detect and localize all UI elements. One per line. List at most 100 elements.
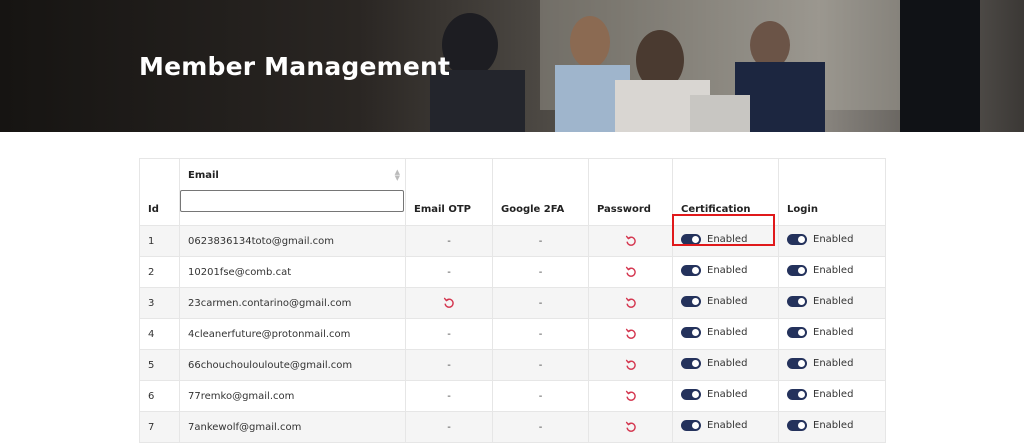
certification-status: Enabled <box>707 327 748 338</box>
reset-icon[interactable] <box>625 359 637 371</box>
email-filter-input[interactable] <box>180 190 404 212</box>
cell-google-2fa: - <box>492 380 589 412</box>
login-toggle[interactable]: Enabled <box>787 389 853 400</box>
login-status: Enabled <box>813 327 854 338</box>
cell-email: 77remko@gmail.com <box>179 380 406 412</box>
cell-email: 23carmen.contarino@gmail.com <box>179 287 406 319</box>
table-row: 3 23carmen.contarino@gmail.com - Enabled… <box>139 287 886 319</box>
table-row: 4 4cleanerfuture@protonmail.com - - Enab… <box>139 318 886 350</box>
cell-login: Enabled <box>778 318 886 350</box>
table-row: 1 0623836134toto@gmail.com - - Enabled E… <box>139 225 886 257</box>
toggle-switch-icon[interactable] <box>681 420 701 431</box>
login-status: Enabled <box>813 389 854 400</box>
toggle-switch-icon[interactable] <box>787 327 807 338</box>
certification-toggle[interactable]: Enabled <box>681 389 747 400</box>
toggle-switch-icon[interactable] <box>787 234 807 245</box>
certification-toggle[interactable]: Enabled <box>681 265 747 276</box>
cell-password <box>588 256 673 288</box>
cell-id: 4 <box>139 318 180 350</box>
cell-password <box>588 287 673 319</box>
reset-icon[interactable] <box>625 266 637 278</box>
cell-email-otp: - <box>405 349 493 381</box>
cell-certification: Enabled <box>672 318 779 350</box>
table-row: 6 77remko@gmail.com - - Enabled Enabled <box>139 380 886 412</box>
login-toggle[interactable]: Enabled <box>787 296 853 307</box>
email-otp-value: - <box>447 421 451 433</box>
column-header-email-otp: Email OTP <box>405 158 493 226</box>
reset-icon[interactable] <box>443 297 455 309</box>
cell-login: Enabled <box>778 287 886 319</box>
login-toggle[interactable]: Enabled <box>787 265 853 276</box>
column-header-email[interactable]: Email ▲ ▼ <box>179 158 406 226</box>
cell-email-otp: - <box>405 256 493 288</box>
login-status: Enabled <box>813 420 854 431</box>
column-header-login: Login <box>778 158 886 226</box>
login-toggle[interactable]: Enabled <box>787 420 853 431</box>
column-header-password: Password <box>588 158 673 226</box>
cell-google-2fa: - <box>492 287 589 319</box>
cell-google-2fa: - <box>492 256 589 288</box>
login-toggle[interactable]: Enabled <box>787 234 853 245</box>
toggle-switch-icon[interactable] <box>681 327 701 338</box>
reset-icon[interactable] <box>625 421 637 433</box>
cell-email-otp: - <box>405 318 493 350</box>
cell-login: Enabled <box>778 349 886 381</box>
email-otp-value: - <box>447 266 451 278</box>
toggle-switch-icon[interactable] <box>681 389 701 400</box>
toggle-switch-icon[interactable] <box>787 420 807 431</box>
hero-banner: Member Management <box>0 0 1024 132</box>
reset-icon[interactable] <box>625 328 637 340</box>
login-status: Enabled <box>813 358 854 369</box>
toggle-switch-icon[interactable] <box>787 296 807 307</box>
column-header-certification: Certification <box>672 158 779 226</box>
cell-email-otp: - <box>405 380 493 412</box>
cell-id: 7 <box>139 411 180 443</box>
certification-toggle[interactable]: Enabled <box>681 420 747 431</box>
certification-status: Enabled <box>707 420 748 431</box>
cell-email: 66chouchoulouloute@gmail.com <box>179 349 406 381</box>
cell-id: 3 <box>139 287 180 319</box>
email-otp-value: - <box>447 390 451 402</box>
cell-email-otp: - <box>405 225 493 257</box>
toggle-switch-icon[interactable] <box>787 265 807 276</box>
certification-status: Enabled <box>707 234 748 245</box>
cell-login: Enabled <box>778 256 886 288</box>
cell-id: 6 <box>139 380 180 412</box>
members-table: Id Email ▲ ▼ Email OTP Google 2FA Passwor… <box>139 158 886 443</box>
email-otp-value: - <box>447 235 451 247</box>
reset-icon[interactable] <box>625 390 637 402</box>
table-row: 2 10201fse@comb.cat - - Enabled Enabled <box>139 256 886 288</box>
column-header-id: Id <box>139 158 180 226</box>
login-toggle[interactable]: Enabled <box>787 358 853 369</box>
toggle-switch-icon[interactable] <box>681 296 701 307</box>
login-toggle[interactable]: Enabled <box>787 327 853 338</box>
table-row: 5 66chouchoulouloute@gmail.com - - Enabl… <box>139 349 886 381</box>
sort-icon[interactable]: ▲ ▼ <box>395 169 400 182</box>
certification-toggle[interactable]: Enabled <box>681 296 747 307</box>
table-row: 7 7ankewolf@gmail.com - - Enabled Enable… <box>139 411 886 443</box>
certification-toggle[interactable]: Enabled <box>681 358 747 369</box>
certification-status: Enabled <box>707 265 748 276</box>
cell-google-2fa: - <box>492 411 589 443</box>
certification-toggle[interactable]: Enabled <box>681 327 747 338</box>
reset-icon[interactable] <box>625 297 637 309</box>
toggle-switch-icon[interactable] <box>681 234 701 245</box>
login-status: Enabled <box>813 265 854 276</box>
certification-status: Enabled <box>707 358 748 369</box>
cell-email-otp <box>405 287 493 319</box>
toggle-switch-icon[interactable] <box>681 265 701 276</box>
toggle-switch-icon[interactable] <box>787 358 807 369</box>
cell-email: 10201fse@comb.cat <box>179 256 406 288</box>
column-header-google-2fa: Google 2FA <box>492 158 589 226</box>
reset-icon[interactable] <box>625 235 637 247</box>
certification-toggle[interactable]: Enabled <box>681 234 747 245</box>
cell-email: 4cleanerfuture@protonmail.com <box>179 318 406 350</box>
cell-certification: Enabled <box>672 380 779 412</box>
cell-password <box>588 225 673 257</box>
cell-login: Enabled <box>778 380 886 412</box>
cell-certification: Enabled <box>672 349 779 381</box>
toggle-switch-icon[interactable] <box>681 358 701 369</box>
toggle-switch-icon[interactable] <box>787 389 807 400</box>
certification-status: Enabled <box>707 296 748 307</box>
cell-email: 0623836134toto@gmail.com <box>179 225 406 257</box>
